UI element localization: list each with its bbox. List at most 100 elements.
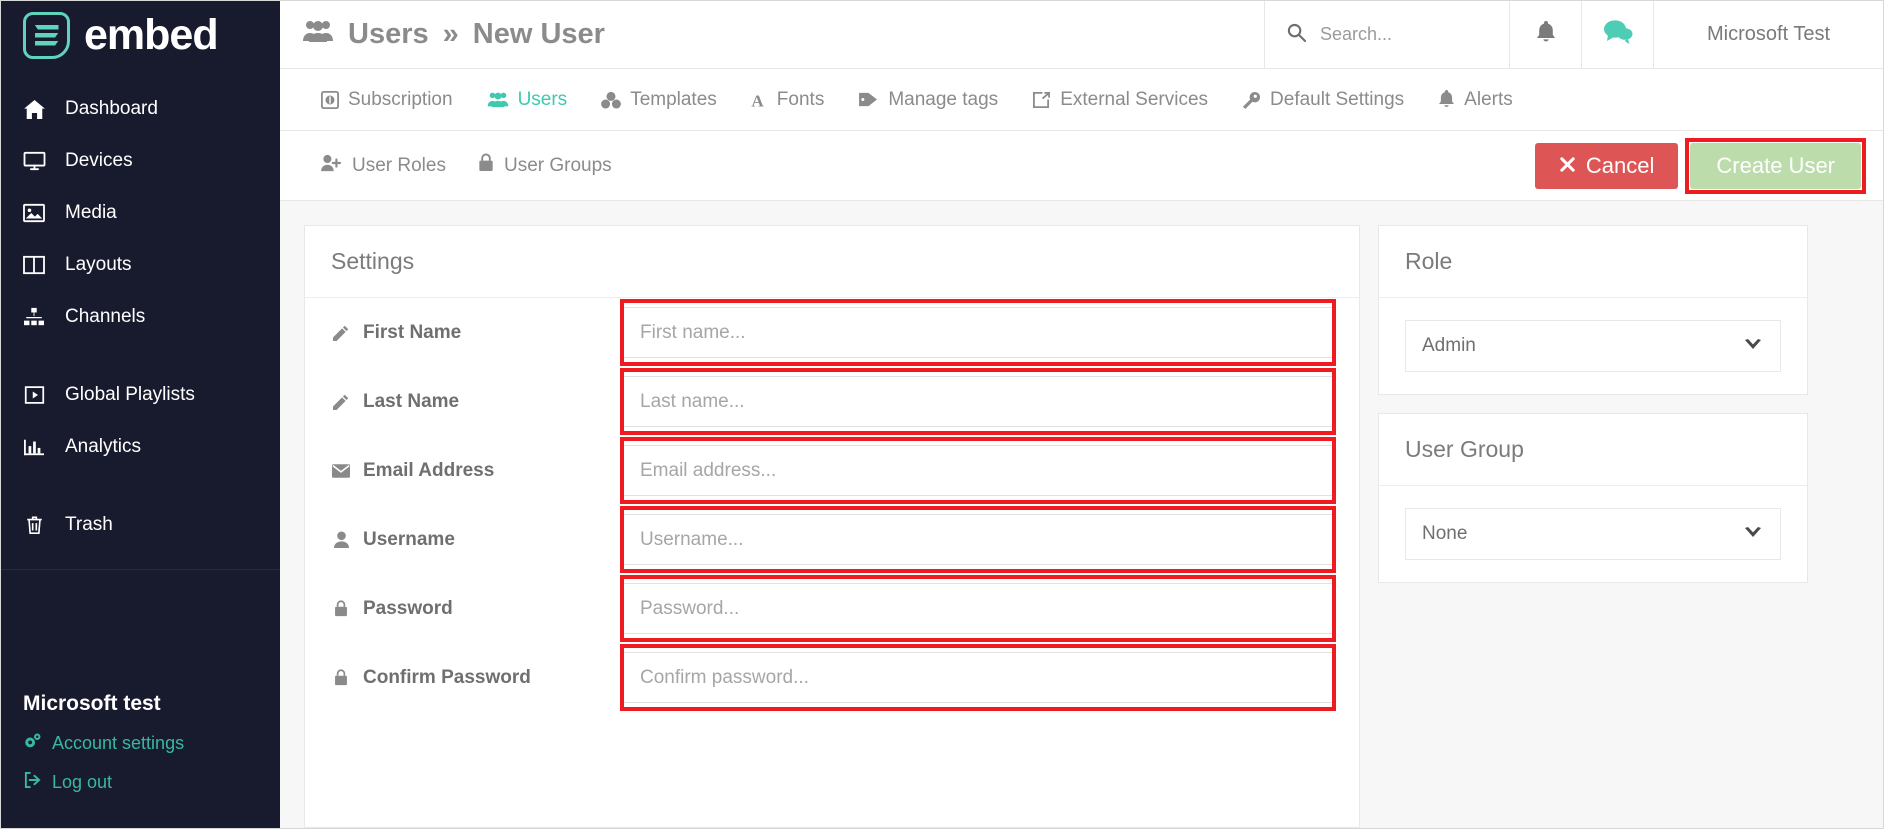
tab-templates[interactable]: Templates [584, 69, 734, 130]
role-selected-value: Admin [1422, 335, 1476, 356]
tab-subscription[interactable]: Subscription [304, 69, 470, 130]
sidebar-item-devices[interactable]: Devices [1, 135, 280, 187]
gears-icon [23, 732, 42, 755]
user-group-selected-value: None [1422, 523, 1468, 544]
chevron-down-icon [1744, 523, 1762, 545]
logout-link[interactable]: Log out [23, 771, 280, 794]
subtab-user-groups[interactable]: User Groups [462, 153, 628, 178]
chat-button[interactable] [1581, 1, 1653, 68]
page-title: Users » New User [280, 1, 1264, 68]
sidebar-item-media[interactable]: Media [1, 187, 280, 239]
tab-label: Fonts [776, 88, 825, 110]
sitemap-icon [21, 307, 47, 327]
password-input[interactable] [623, 583, 1333, 634]
sidebar-item-label: Global Playlists [65, 384, 195, 405]
first-name-input[interactable] [623, 307, 1333, 358]
monitor-icon [21, 151, 47, 171]
user-menu[interactable]: Microsoft Test [1653, 1, 1883, 68]
settings-form: First Name Last Name [305, 298, 1359, 716]
tab-alerts[interactable]: Alerts [1421, 69, 1530, 130]
sidebar-item-analytics[interactable]: Analytics [1, 421, 280, 473]
user-icon [331, 531, 351, 548]
cancel-button[interactable]: Cancel [1534, 142, 1679, 189]
pencil-icon [331, 325, 351, 341]
home-icon [21, 99, 47, 119]
sign-out-icon [23, 771, 42, 794]
font-icon: A [751, 91, 768, 109]
sidebar-item-global-playlists[interactable]: Global Playlists [1, 369, 280, 421]
brand-name: embed [84, 10, 219, 59]
tab-manage-tags[interactable]: Manage tags [841, 69, 1015, 130]
lock-icon [331, 669, 351, 686]
brand-logo[interactable]: embed [1, 1, 280, 69]
tab-users[interactable]: Users [470, 69, 585, 130]
tab-label: Templates [630, 88, 717, 110]
cancel-label: Cancel [1585, 152, 1655, 178]
settings-tab-bar: Subscription Users Templates A Fonts Man… [280, 69, 1883, 131]
user-group-select[interactable]: None [1405, 508, 1781, 560]
logout-label: Log out [52, 772, 113, 792]
username-input[interactable] [623, 514, 1333, 565]
field-label: First Name [363, 321, 462, 343]
image-icon [21, 203, 47, 223]
bell-icon [1536, 20, 1556, 49]
account-settings-label: Account settings [52, 733, 185, 753]
create-user-highlight: Create User [1685, 137, 1866, 194]
email-input[interactable] [623, 445, 1333, 496]
templates-icon [601, 91, 622, 109]
form-row-confirm-password: Confirm Password [305, 643, 1359, 712]
last-name-input[interactable] [623, 376, 1333, 427]
embed-logo-icon [23, 11, 70, 59]
tab-label: Alerts [1464, 88, 1513, 110]
tab-label: External Services [1060, 88, 1209, 110]
account-settings-link[interactable]: Account settings [23, 732, 280, 755]
field-label: Password [363, 597, 453, 619]
notifications-button[interactable] [1509, 1, 1581, 68]
external-link-icon [1032, 91, 1051, 109]
account-section: Microsoft test Account settings Log out [1, 692, 280, 828]
app-root: embed Dashboard Devices Media Layouts Ch… [0, 0, 1884, 829]
chevron-down-icon [1744, 335, 1762, 357]
users-icon [302, 18, 334, 51]
subtab-label: User Roles [352, 154, 446, 176]
confirm-password-label-group: Confirm Password [331, 667, 623, 689]
action-buttons: Cancel Create User [1534, 137, 1866, 194]
columns-icon [21, 255, 47, 275]
password-label-group: Password [331, 598, 623, 620]
tab-fonts[interactable]: A Fonts [734, 69, 842, 130]
email-label-group: Email Address [331, 460, 623, 482]
trash-icon [21, 515, 47, 535]
sidebar-item-layouts[interactable]: Layouts [1, 239, 280, 291]
sidebar-item-dashboard[interactable]: Dashboard [1, 83, 280, 135]
form-row-email: Email Address [305, 436, 1359, 505]
sidebar-item-channels[interactable]: Channels [1, 291, 280, 343]
search-container[interactable] [1264, 1, 1509, 68]
tab-external-services[interactable]: External Services [1015, 69, 1225, 130]
role-panel-title: Role [1379, 226, 1807, 298]
form-row-username: Username [305, 505, 1359, 574]
play-square-icon [21, 385, 47, 405]
field-label: Confirm Password [363, 666, 531, 688]
subtab-user-roles[interactable]: User Roles [304, 154, 462, 178]
create-user-button[interactable]: Create User [1690, 142, 1861, 189]
field-label: Last Name [363, 390, 460, 412]
user-group-select-wrapper: None [1379, 486, 1807, 582]
sidebar-item-label: Analytics [65, 436, 142, 457]
sidebar-item-trash[interactable]: Trash [1, 499, 280, 551]
side-panels: Role Admin User Group None [1378, 225, 1808, 828]
confirm-password-input[interactable] [623, 652, 1333, 703]
breadcrumb-parent[interactable]: Users [348, 18, 429, 51]
sidebar-item-label: Devices [65, 150, 133, 171]
tag-icon [858, 91, 879, 108]
search-icon [1287, 23, 1307, 47]
last-name-field-wrapper [620, 368, 1336, 435]
role-panel: Role Admin [1378, 225, 1808, 395]
sidebar-item-label: Trash [65, 514, 113, 535]
email-field-wrapper [620, 437, 1336, 504]
role-select[interactable]: Admin [1405, 320, 1781, 372]
bell-icon [1438, 90, 1455, 109]
subtab-label: User Groups [503, 154, 612, 176]
search-input[interactable] [1320, 24, 1470, 45]
tab-default-settings[interactable]: Default Settings [1225, 69, 1421, 130]
confirm-password-field-wrapper [620, 644, 1336, 711]
